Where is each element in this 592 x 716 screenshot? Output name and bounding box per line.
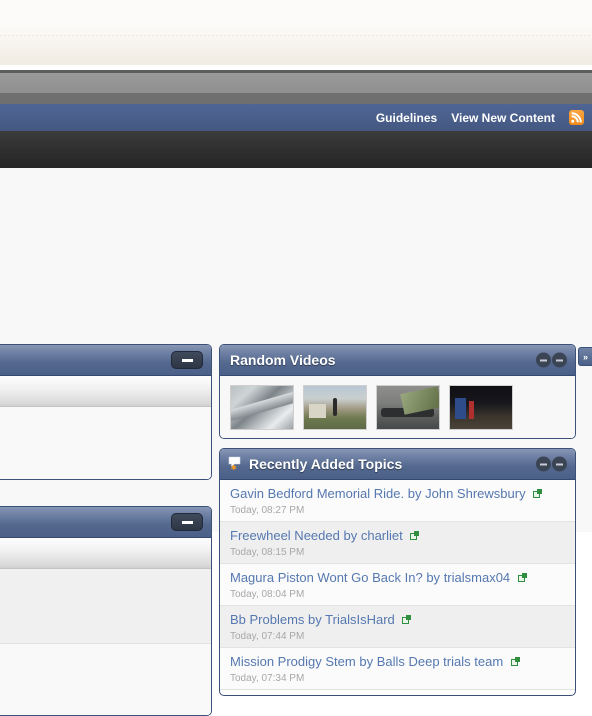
site-banner-strip — [0, 28, 592, 65]
random-videos-controls — [536, 352, 567, 368]
comment-star-icon — [228, 456, 245, 472]
table-row[interactable]: Magura Piston Wont Go Back In? by trials… — [220, 564, 575, 606]
left-block-bottom-controls — [171, 513, 203, 531]
topic-title[interactable]: Gavin Bedford Memorial Ride. — [230, 486, 404, 501]
table-row[interactable]: Mission Prodigy Stem by Balls Deep trial… — [220, 648, 575, 690]
table-row[interactable]: Bb Problems by TrialsIsHard Today, 07:44… — [220, 606, 575, 648]
topic-author[interactable]: charliet — [361, 528, 403, 543]
topic-title[interactable]: Magura Piston Wont Go Back In? — [230, 570, 423, 585]
topic-by-label: by — [308, 612, 322, 627]
video-thumbnail-1[interactable] — [230, 384, 294, 430]
topic-author[interactable]: John Shrewsbury — [425, 486, 525, 501]
recently-added-topics-block: Recently Added Topics Gavin Bedford Memo… — [219, 448, 576, 696]
left-portal-block-top: I Start With — [0, 344, 212, 480]
left-portal-block-bottom: morial Ride. — [0, 506, 212, 716]
minimize-icon[interactable] — [171, 513, 203, 531]
external-link-icon[interactable] — [402, 615, 412, 624]
left-block-top-body: I Start With — [0, 407, 211, 479]
topic-title[interactable]: Freewheel Needed — [230, 528, 340, 543]
left-block-top-header — [0, 345, 211, 376]
external-link-icon[interactable] — [510, 657, 520, 666]
topic-line: Mission Prodigy Stem by Balls Deep trial… — [230, 654, 565, 670]
sidebar-expand-button[interactable]: » — [578, 347, 592, 366]
topic-author[interactable]: Balls Deep trials team — [377, 654, 503, 669]
left-block-top-controls — [171, 351, 203, 369]
random-videos-header: Random Videos — [220, 345, 575, 376]
random-videos-title: Random Videos — [230, 352, 336, 368]
external-link-row — [0, 433, 201, 448]
random-videos-block: Random Videos — [219, 344, 576, 439]
list-item[interactable]: morial Ride. — [0, 644, 211, 691]
gray-band-light — [0, 73, 592, 93]
recently-added-topics-controls — [536, 456, 567, 472]
recently-added-topics-header: Recently Added Topics — [220, 449, 575, 480]
minimize-icon[interactable] — [552, 456, 567, 472]
topic-by-label: by — [426, 570, 441, 585]
page-content-area: I Start With morial Ride. — [0, 168, 592, 716]
topic-by-label: by — [343, 528, 358, 543]
external-link-icon[interactable] — [533, 489, 543, 498]
topic-by-label: by — [407, 486, 422, 501]
video-thumbnail-2[interactable] — [303, 384, 367, 430]
topic-timestamp: Today, 07:34 PM — [230, 673, 305, 684]
minimize-icon[interactable] — [171, 351, 203, 369]
primary-nav-bar: Guidelines View New Content — [0, 104, 592, 132]
gray-band-dark — [0, 93, 592, 104]
left-block-bottom-header — [0, 507, 211, 538]
topic-line: Bb Problems by TrialsIsHard — [230, 612, 565, 628]
topic-timestamp: Today, 07:44 PM — [230, 631, 305, 642]
collapse-icon[interactable] — [536, 352, 551, 368]
topic-line: Freewheel Needed by charliet — [230, 528, 565, 544]
external-link-icon[interactable] — [517, 573, 527, 582]
video-thumbnail-4[interactable] — [449, 384, 513, 430]
video-thumbnail-strip — [220, 376, 575, 438]
search-bar-band: Forums — [0, 131, 592, 292]
page-top-whitespace — [0, 0, 592, 28]
left-block-top-subbar — [0, 376, 211, 407]
external-link-icon[interactable] — [410, 531, 420, 540]
nav-links-group: Guidelines View New Content — [376, 104, 584, 131]
recently-added-topics-list: Gavin Bedford Memorial Ride. by John Shr… — [220, 480, 575, 690]
external-link-row — [0, 670, 201, 685]
rss-icon[interactable] — [569, 110, 584, 125]
nav-link-guidelines[interactable]: Guidelines — [376, 111, 437, 125]
topic-title[interactable]: Mission Prodigy Stem — [230, 654, 356, 669]
topic-author[interactable]: TrialsIsHard — [325, 612, 395, 627]
nav-link-view-new-content[interactable]: View New Content — [451, 111, 555, 125]
topic-timestamp: Today, 08:27 PM — [230, 505, 305, 516]
topic-timestamp: Today, 08:15 PM — [230, 547, 305, 558]
topic-by-label: by — [359, 654, 374, 669]
topic-author[interactable]: trialsmax04 — [444, 570, 510, 585]
minimize-icon[interactable] — [552, 352, 567, 368]
recently-added-topics-title: Recently Added Topics — [249, 456, 403, 472]
left-block-bottom-subbar — [0, 538, 211, 569]
list-item[interactable]: I Start With — [0, 407, 211, 454]
topic-line: Magura Piston Wont Go Back In? by trials… — [230, 570, 565, 586]
topic-timestamp: Today, 08:04 PM — [230, 589, 305, 600]
table-row[interactable]: Freewheel Needed by charliet Today, 08:1… — [220, 522, 575, 564]
collapse-icon[interactable] — [536, 456, 551, 472]
topic-line: Gavin Bedford Memorial Ride. by John Shr… — [230, 486, 565, 502]
video-thumbnail-3[interactable] — [376, 384, 440, 430]
topic-title[interactable]: Bb Problems — [230, 612, 304, 627]
left-block-bottom-filler — [0, 569, 211, 644]
left-block-bottom-body: morial Ride. — [0, 569, 211, 715]
table-row[interactable]: Gavin Bedford Memorial Ride. by John Shr… — [220, 480, 575, 522]
